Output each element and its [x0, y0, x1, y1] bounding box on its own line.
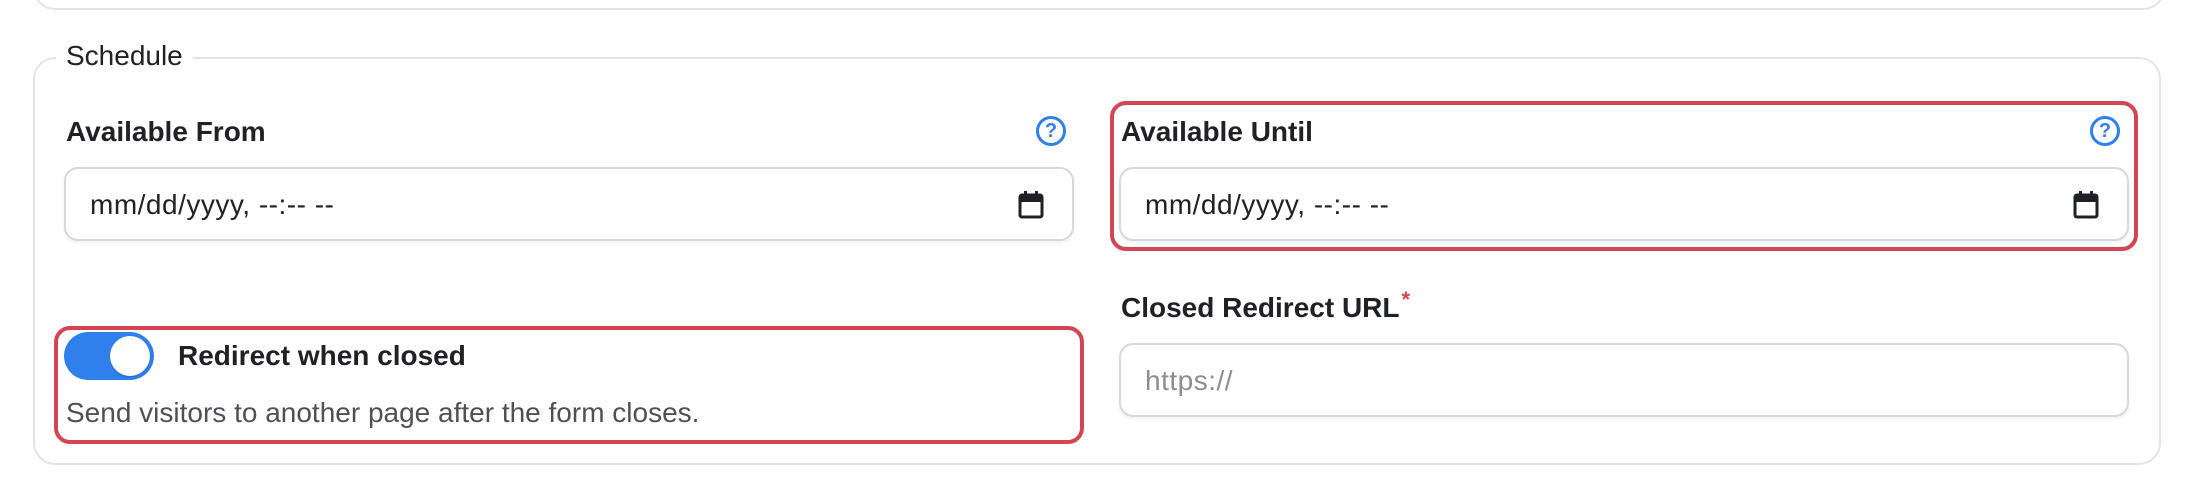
question-circle-icon[interactable]: ?	[1036, 116, 1066, 146]
available-from-input[interactable]: mm/dd/yyyy, --:-- --	[64, 167, 1074, 241]
closed-redirect-url-label-text: Closed Redirect URL	[1121, 292, 1400, 323]
redirect-description: Send visitors to another page after the …	[66, 397, 700, 428]
closed-redirect-url-input[interactable]: https://	[1119, 343, 2129, 417]
required-mark: *	[1401, 287, 1411, 312]
available-from-value: mm/dd/yyyy, --:-- --	[90, 189, 335, 220]
closed-redirect-url-placeholder: https://	[1145, 365, 1234, 396]
available-until-label: Available Until	[1121, 116, 1313, 147]
question-circle-icon[interactable]: ?	[2090, 116, 2120, 146]
available-until-value: mm/dd/yyyy, --:-- --	[1145, 189, 1390, 220]
closed-redirect-url-label: Closed Redirect URL*	[1121, 287, 1411, 328]
redirect-when-closed-label: Redirect when closed	[178, 340, 466, 371]
redirect-when-closed-toggle[interactable]	[64, 332, 154, 380]
calendar-icon[interactable]	[2073, 191, 2099, 219]
toggle-knob	[110, 336, 150, 376]
available-until-input[interactable]: mm/dd/yyyy, --:-- --	[1119, 167, 2129, 241]
calendar-icon[interactable]	[1018, 191, 1044, 219]
previous-card-edge	[33, 0, 2165, 10]
available-from-label: Available From	[66, 116, 266, 147]
section-legend: Schedule	[56, 38, 193, 74]
